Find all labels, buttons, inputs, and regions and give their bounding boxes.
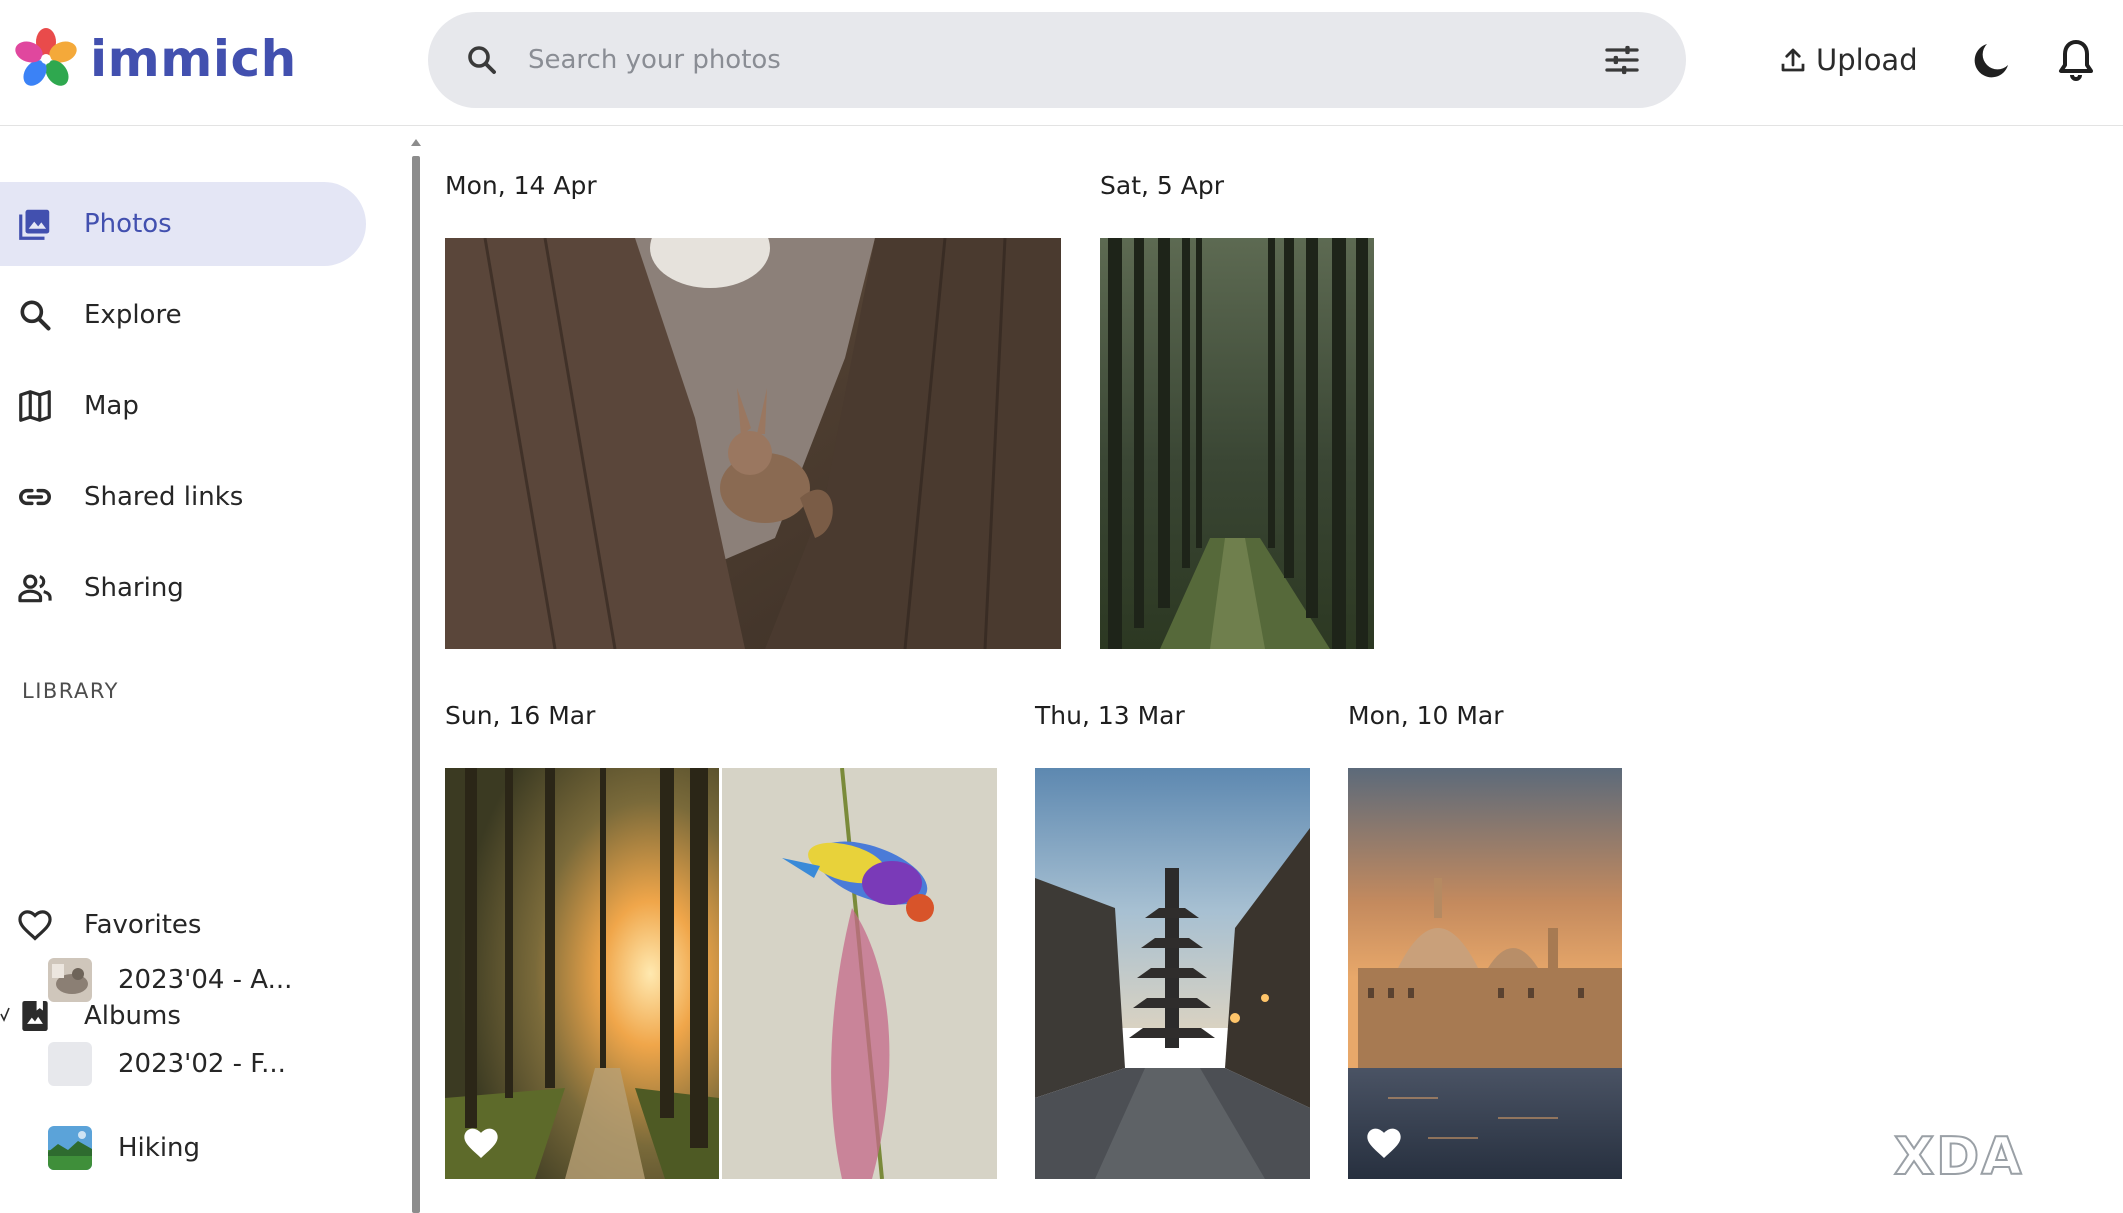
search-input[interactable] <box>528 34 1528 86</box>
app-logo[interactable]: immich <box>14 26 296 92</box>
sidebar-item-label: Map <box>84 391 139 421</box>
dark-mode-moon-icon[interactable] <box>1968 36 2016 84</box>
photo-thumbnail-pagoda-street[interactable] <box>1035 768 1310 1179</box>
date-group-label[interactable]: Mon, 10 Mar <box>1348 701 1504 730</box>
map-icon <box>19 390 51 422</box>
date-group-label[interactable]: Sun, 16 Mar <box>445 701 595 730</box>
notifications-bell-icon[interactable] <box>2052 36 2100 84</box>
library-section-label: LIBRARY <box>22 679 119 703</box>
album-label: 2023'02 - F... <box>118 1049 286 1079</box>
date-group-label[interactable]: Thu, 13 Mar <box>1035 701 1185 730</box>
album-thumbnail-placeholder <box>48 1042 92 1086</box>
xda-watermark: XDA <box>1893 1126 2024 1188</box>
sidebar-item-sharing[interactable]: Sharing <box>0 546 366 630</box>
date-group-label[interactable]: Sat, 5 Apr <box>1100 171 1224 200</box>
image-multiple-icon <box>19 209 50 240</box>
photo-thumbnail-colorful-bird[interactable] <box>722 768 997 1179</box>
upload-button[interactable]: Upload <box>1760 30 1936 90</box>
photo-thumbnail-venice-basilica[interactable] <box>1348 768 1622 1179</box>
scrollbar-thumb[interactable] <box>412 156 420 1213</box>
sidebar: Photos Explore Map Shared links Sharing … <box>0 127 400 1213</box>
app-name: immich <box>90 30 297 88</box>
scroll-up-arrow-icon[interactable] <box>410 136 422 148</box>
album-label: Hiking <box>118 1133 201 1163</box>
album-thumbnail <box>48 1126 92 1170</box>
photo-thumbnail-squirrel[interactable] <box>445 238 1061 649</box>
watermark-text: XDA <box>1893 1126 2024 1188</box>
date-group-label[interactable]: Mon, 14 Apr <box>445 171 597 200</box>
search-bar[interactable] <box>428 12 1686 108</box>
heart-outline-icon <box>18 910 52 941</box>
favorite-heart-icon[interactable] <box>1364 1123 1404 1163</box>
link-icon <box>19 488 51 506</box>
top-bar: immich Upload <box>0 0 2123 126</box>
people-icon <box>18 574 52 603</box>
album-thumbnail <box>48 958 92 1002</box>
sidebar-item-photos[interactable]: Photos <box>0 182 366 266</box>
timeline-scrollbar[interactable] <box>410 136 422 1213</box>
sidebar-item-label: Shared links <box>84 482 244 512</box>
photo-timeline: Mon, 14 Apr Sat, 5 Apr Sun, 16 Mar Thu, … <box>430 127 2123 1213</box>
sidebar-item-map[interactable]: Map <box>0 364 366 448</box>
photo-thumbnail-sunlit-forest[interactable] <box>445 768 719 1179</box>
sidebar-item-explore[interactable]: Explore <box>0 273 366 357</box>
upload-icon <box>1781 48 1805 72</box>
sidebar-item-label: Favorites <box>84 910 202 940</box>
sidebar-item-shared-links[interactable]: Shared links <box>0 455 366 539</box>
photo-thumbnail-forest-path[interactable] <box>1100 238 1374 649</box>
sidebar-item-label: Explore <box>84 300 182 330</box>
tune-filter-icon[interactable] <box>1602 40 1642 80</box>
favorite-heart-icon[interactable] <box>461 1123 501 1163</box>
search-icon <box>20 300 51 331</box>
immich-logo-icon <box>15 28 77 86</box>
sidebar-item-label: Photos <box>84 209 172 239</box>
search-icon <box>468 46 496 74</box>
album-item[interactable]: Hiking <box>0 1113 366 1183</box>
album-item[interactable]: 2023'02 - F... <box>0 1029 366 1099</box>
sidebar-item-label: Sharing <box>84 573 184 603</box>
album-label: 2023'04 - A... <box>118 965 293 995</box>
album-item[interactable]: 2023'04 - A... <box>0 945 366 1015</box>
upload-label: Upload <box>1816 43 1918 77</box>
